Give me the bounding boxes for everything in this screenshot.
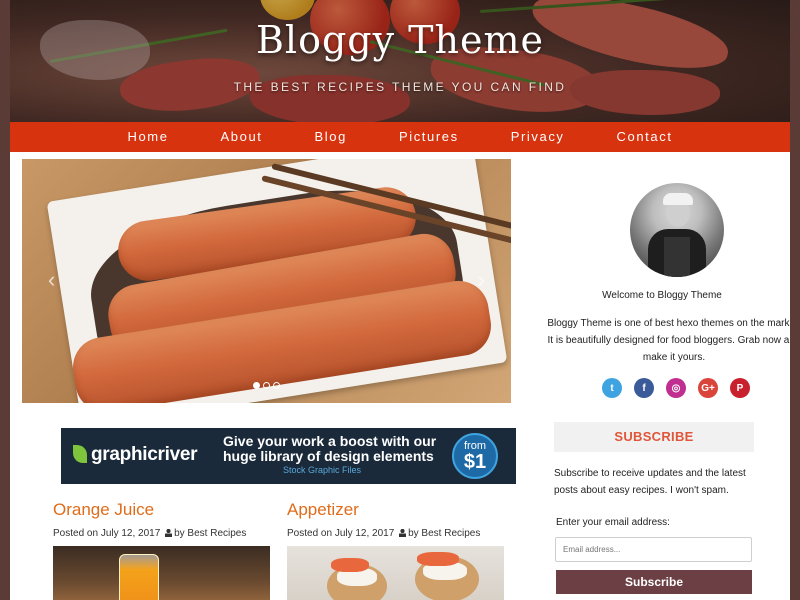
subscribe-button[interactable]: Subscribe <box>556 570 752 594</box>
slider-dot-2[interactable] <box>263 382 270 389</box>
google-plus-icon[interactable]: G+ <box>698 378 718 398</box>
nav-about[interactable]: About <box>195 122 289 152</box>
post-meta: Posted on July 12, 2017 by Best Recipes <box>287 528 481 539</box>
user-icon <box>399 529 407 537</box>
email-field[interactable] <box>555 537 752 562</box>
post-title[interactable]: Orange Juice <box>53 500 270 520</box>
ad-price-badge: from $1 <box>452 433 498 479</box>
author-avatar <box>630 183 724 277</box>
site-title[interactable]: Bloggy Theme <box>10 18 790 62</box>
slider-next-arrow[interactable]: › <box>478 267 485 293</box>
instagram-icon[interactable]: ◎ <box>666 378 686 398</box>
ad-headline: Give your work a boost with our huge lib… <box>223 433 437 464</box>
slider-dot-3[interactable] <box>273 382 280 389</box>
subscribe-heading: SUBSCRIBE <box>554 422 754 452</box>
post-card: Appetizer Posted on July 12, 2017 by Bes… <box>287 500 504 600</box>
pinterest-icon[interactable]: P <box>730 378 750 398</box>
slider-prev-arrow[interactable]: ‹ <box>48 267 55 293</box>
graphicriver-logo: graphicriver <box>73 444 198 466</box>
page: Bloggy Theme THE BEST RECIPES THEME YOU … <box>10 0 790 600</box>
post-thumbnail[interactable] <box>53 546 270 600</box>
ad-subline: Stock Graphic Files <box>283 465 362 475</box>
user-icon <box>165 529 173 537</box>
post-title[interactable]: Appetizer <box>287 500 504 520</box>
facebook-icon[interactable]: f <box>634 378 654 398</box>
main-nav: Home About Blog Pictures Privacy Contact <box>10 122 790 152</box>
nav-pictures[interactable]: Pictures <box>373 122 485 152</box>
leaf-icon <box>73 445 87 463</box>
nav-blog[interactable]: Blog <box>289 122 373 152</box>
slider-dot-1[interactable] <box>253 382 260 389</box>
social-links: t f ◎ G+ P <box>602 378 750 398</box>
post-thumbnail[interactable] <box>287 546 504 600</box>
nav-contact[interactable]: Contact <box>591 122 699 152</box>
featured-slider[interactable]: ‹ › <box>22 159 511 403</box>
twitter-icon[interactable]: t <box>602 378 622 398</box>
nav-privacy[interactable]: Privacy <box>485 122 591 152</box>
post-meta: Posted on July 12, 2017 by Best Recipes <box>53 528 247 539</box>
slider-dots <box>22 382 511 389</box>
site-tagline: THE BEST RECIPES THEME YOU CAN FIND <box>233 80 567 94</box>
nav-home[interactable]: Home <box>101 122 194 152</box>
graphicriver-ad-banner[interactable]: graphicriver Give your work a boost with… <box>61 428 516 484</box>
header-banner: Bloggy Theme THE BEST RECIPES THEME YOU … <box>10 0 790 122</box>
welcome-text: Welcome to Bloggy Theme <box>602 290 722 301</box>
subscribe-description: Subscribe to receive updates and the lat… <box>554 468 746 496</box>
post-card: Orange Juice Posted on July 12, 2017 by … <box>53 500 270 600</box>
about-text: Bloggy Theme is one of best hexo themes … <box>547 318 790 363</box>
email-label: Enter your email address: <box>556 517 670 528</box>
